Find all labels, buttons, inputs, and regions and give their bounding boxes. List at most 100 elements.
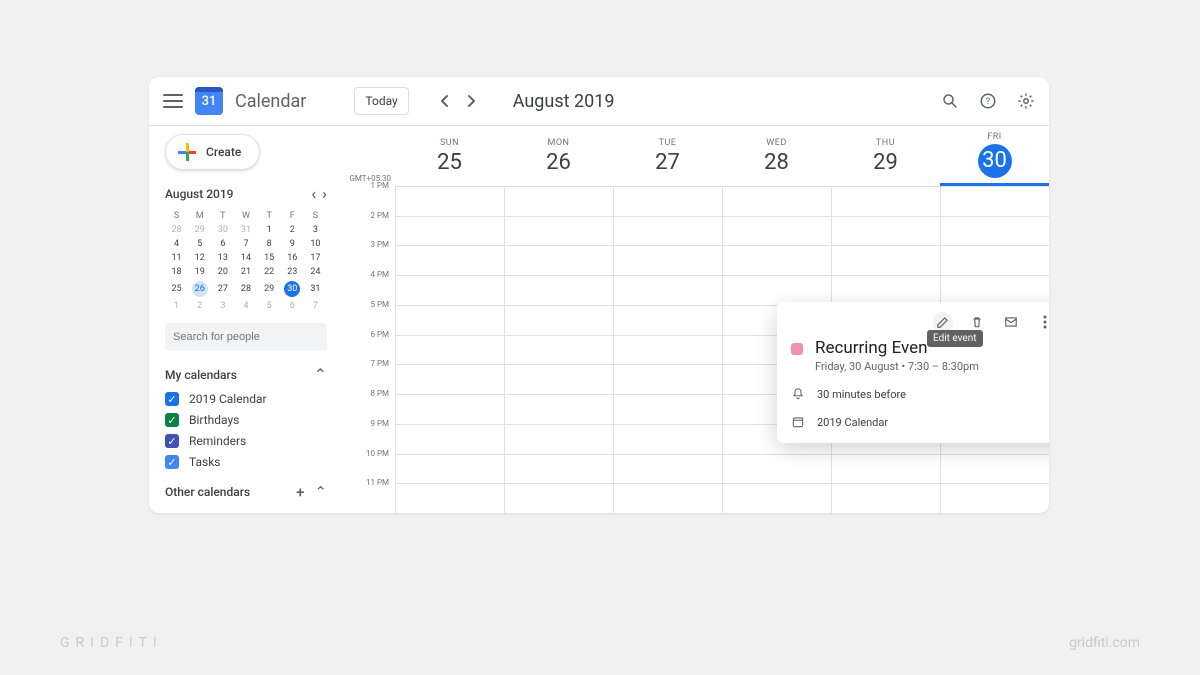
prev-week-button[interactable] (433, 89, 457, 113)
time-cell[interactable] (832, 483, 940, 513)
add-calendar-icon[interactable]: + (296, 483, 304, 501)
time-cell[interactable] (941, 245, 1049, 275)
next-week-button[interactable] (459, 89, 483, 113)
day-header[interactable]: WED28 (722, 126, 831, 186)
time-cell[interactable] (723, 483, 831, 513)
day-header[interactable]: FRI30 (940, 126, 1049, 186)
time-cell[interactable] (723, 245, 831, 275)
day-column[interactable] (613, 186, 722, 513)
time-cell[interactable] (505, 305, 613, 335)
mini-day[interactable]: 7 (304, 299, 327, 313)
calendar-item[interactable]: ✓Reminders (165, 434, 327, 448)
search-people-input[interactable] (165, 323, 327, 351)
time-cell[interactable] (614, 364, 722, 394)
mini-day[interactable]: 29 (188, 223, 211, 237)
time-cell[interactable] (614, 186, 722, 216)
day-header[interactable]: MON26 (504, 126, 613, 186)
mini-day[interactable]: 2 (188, 299, 211, 313)
time-cell[interactable] (723, 216, 831, 246)
time-cell[interactable] (505, 454, 613, 484)
day-header[interactable]: SUN25 (395, 126, 504, 186)
edit-event-button[interactable] (933, 312, 953, 332)
time-cell[interactable] (723, 186, 831, 216)
mini-day[interactable]: 9 (281, 237, 304, 251)
mini-day[interactable]: 31 (234, 223, 257, 237)
search-icon[interactable] (939, 90, 961, 112)
time-cell[interactable] (614, 483, 722, 513)
time-cell[interactable] (396, 454, 504, 484)
time-cell[interactable] (941, 186, 1049, 216)
help-icon[interactable]: ? (977, 90, 999, 112)
time-cell[interactable] (723, 275, 831, 305)
mini-day[interactable]: 17 (304, 251, 327, 265)
day-header[interactable]: THU29 (831, 126, 940, 186)
time-cell[interactable] (396, 364, 504, 394)
time-cell[interactable] (396, 245, 504, 275)
mini-day[interactable]: 4 (234, 299, 257, 313)
time-cell[interactable] (396, 394, 504, 424)
time-cell[interactable] (614, 424, 722, 454)
time-cell[interactable] (396, 275, 504, 305)
time-cell[interactable] (941, 216, 1049, 246)
mini-day[interactable]: 7 (234, 237, 257, 251)
mini-next-icon[interactable]: › (322, 184, 327, 203)
mini-day[interactable]: 28 (234, 279, 257, 299)
mini-day[interactable]: 10 (304, 237, 327, 251)
mini-day[interactable]: 25 (165, 279, 188, 299)
time-cell[interactable] (832, 275, 940, 305)
day-column[interactable] (395, 186, 504, 513)
time-cell[interactable] (505, 216, 613, 246)
mini-day[interactable]: 1 (165, 299, 188, 313)
chevron-up-icon[interactable]: ⌃ (314, 483, 327, 501)
create-button[interactable]: Create (165, 134, 260, 170)
calendar-item[interactable]: ✓Tasks (165, 455, 327, 469)
other-calendars-label[interactable]: Other calendars (165, 485, 250, 499)
settings-icon[interactable] (1015, 90, 1037, 112)
time-cell[interactable] (614, 216, 722, 246)
mini-day[interactable]: 5 (188, 237, 211, 251)
mini-day[interactable]: 26 (188, 279, 211, 299)
mini-day[interactable]: 3 (304, 223, 327, 237)
today-button[interactable]: Today (354, 87, 408, 115)
mini-day[interactable]: 2 (281, 223, 304, 237)
time-cell[interactable] (396, 483, 504, 513)
mini-day[interactable]: 14 (234, 251, 257, 265)
checkbox-icon[interactable]: ✓ (165, 392, 179, 406)
mini-day[interactable]: 19 (188, 265, 211, 279)
mini-day[interactable]: 6 (211, 237, 234, 251)
mini-day[interactable]: 15 (258, 251, 281, 265)
checkbox-icon[interactable]: ✓ (165, 455, 179, 469)
time-cell[interactable] (832, 186, 940, 216)
time-cell[interactable] (614, 305, 722, 335)
mini-day[interactable]: 4 (165, 237, 188, 251)
mini-day[interactable]: 28 (165, 223, 188, 237)
mini-day[interactable]: 18 (165, 265, 188, 279)
time-cell[interactable] (505, 275, 613, 305)
time-cell[interactable] (505, 364, 613, 394)
time-cell[interactable] (941, 483, 1049, 513)
checkbox-icon[interactable]: ✓ (165, 413, 179, 427)
mini-day[interactable]: 30 (211, 223, 234, 237)
mini-day[interactable]: 27 (211, 279, 234, 299)
time-cell[interactable] (614, 454, 722, 484)
mini-day[interactable]: 1 (258, 223, 281, 237)
my-calendars-toggle[interactable]: My calendars ⌃ (165, 365, 327, 384)
mini-day[interactable]: 29 (258, 279, 281, 299)
time-cell[interactable] (614, 275, 722, 305)
mini-day[interactable]: 30 (281, 279, 304, 299)
time-cell[interactable] (396, 424, 504, 454)
mini-day[interactable]: 6 (281, 299, 304, 313)
mini-day[interactable]: 11 (165, 251, 188, 265)
time-cell[interactable] (396, 216, 504, 246)
day-column[interactable] (504, 186, 613, 513)
checkbox-icon[interactable]: ✓ (165, 434, 179, 448)
mini-day[interactable]: 20 (211, 265, 234, 279)
time-cell[interactable] (614, 394, 722, 424)
time-cell[interactable] (614, 245, 722, 275)
mini-day[interactable]: 24 (304, 265, 327, 279)
mini-day[interactable]: 21 (234, 265, 257, 279)
time-cell[interactable] (505, 335, 613, 365)
mini-day[interactable]: 13 (211, 251, 234, 265)
time-cell[interactable] (505, 483, 613, 513)
mini-prev-icon[interactable]: ‹ (311, 184, 316, 203)
